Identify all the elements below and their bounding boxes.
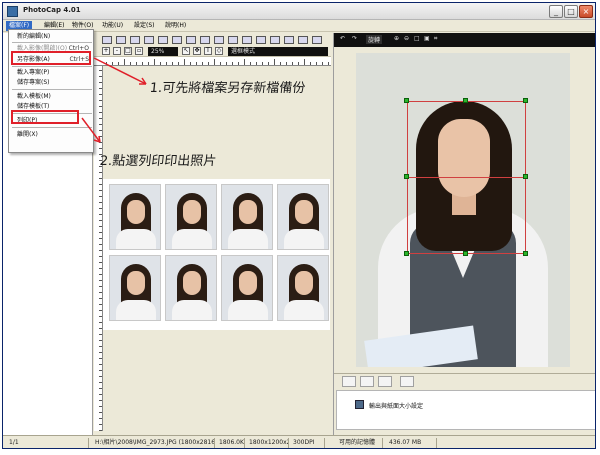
annotation-arrows xyxy=(81,57,147,143)
annotation-step2: 2.點選列印印出照片 xyxy=(99,154,217,169)
arrow-to-step1 xyxy=(93,57,147,85)
arrow-to-step2 xyxy=(81,117,101,143)
annotation-step1: 1.可先將檔案另存新檔備份 xyxy=(149,81,306,96)
